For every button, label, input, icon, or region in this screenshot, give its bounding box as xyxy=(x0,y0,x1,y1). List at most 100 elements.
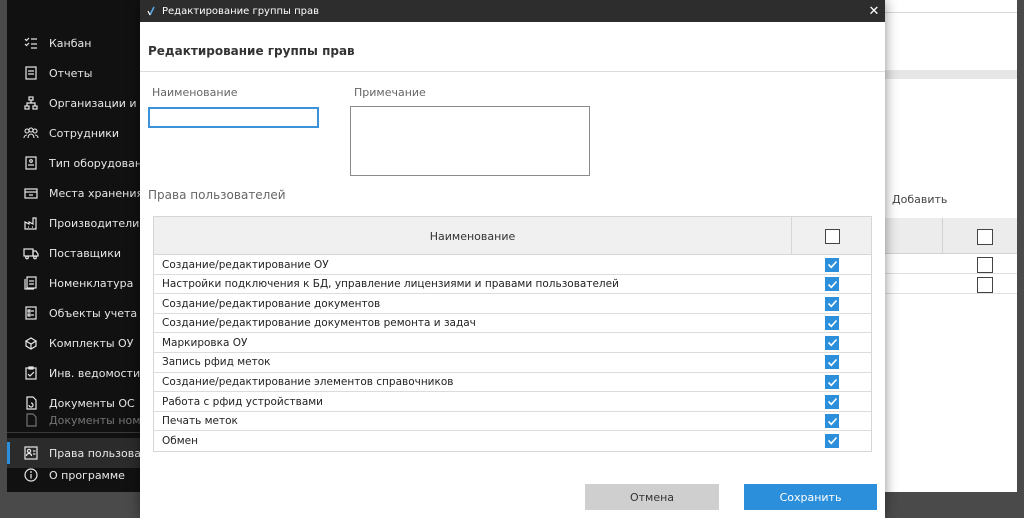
permission-checkbox[interactable] xyxy=(825,375,839,390)
permission-checkbox-cell xyxy=(792,412,872,431)
checkmark-icon xyxy=(827,260,837,269)
add-button[interactable]: Добавить xyxy=(892,193,947,206)
sidebar-item-organizations[interactable]: Организации и отд xyxy=(7,88,140,118)
sidebar-item-reports[interactable]: Отчеты xyxy=(7,58,140,88)
permission-name: Создание/редактирование документов ремон… xyxy=(162,317,476,330)
permission-checkbox[interactable] xyxy=(825,296,839,311)
table-row: Создание/редактирование элементов справо… xyxy=(154,373,871,393)
app-logo-icon xyxy=(146,5,158,17)
storage-icon xyxy=(23,185,39,201)
sidebar-item-label: Номенклатура xyxy=(49,276,134,290)
dialog-titlebar[interactable]: Редактирование группы прав ✕ xyxy=(140,0,885,22)
table-row: Создание/редактирование документов ремон… xyxy=(154,314,871,334)
sidebar-item-label: Документы ОС xyxy=(49,396,135,410)
checkmark-icon xyxy=(827,378,837,387)
sidebar-item-label: Объекты учета xyxy=(49,306,138,320)
note-textarea[interactable] xyxy=(350,106,590,176)
sidebar-item-suppliers[interactable]: Поставщики xyxy=(7,238,140,268)
permission-checkbox-cell xyxy=(792,333,872,352)
nomenclature-icon xyxy=(23,275,39,291)
permission-name: Создание/редактирование документов xyxy=(162,297,381,310)
name-input[interactable] xyxy=(148,107,319,128)
checkmark-icon xyxy=(827,358,837,367)
table-row: Запись рфид меток xyxy=(154,353,871,373)
sidebar-item-label: Поставщики xyxy=(49,246,121,260)
cancel-button[interactable]: Отмена xyxy=(585,484,719,510)
window-title: Редактирование группы прав xyxy=(162,5,320,17)
clipboard-icon xyxy=(23,365,39,381)
background-header-line xyxy=(885,12,1017,13)
table-row xyxy=(885,275,1017,294)
sidebar-item-equipment-type[interactable]: Тип оборудования xyxy=(7,148,140,178)
permission-checkbox[interactable] xyxy=(825,335,839,350)
sidebar-item-label: Сотрудники xyxy=(49,126,120,140)
sidebar-divider xyxy=(7,432,140,433)
permission-checkbox-cell xyxy=(792,294,872,313)
close-button[interactable]: ✕ xyxy=(863,0,885,22)
save-button[interactable]: Сохранить xyxy=(744,484,877,510)
sidebar-item-employees[interactable]: Сотрудники xyxy=(7,118,140,148)
permission-checkbox-cell xyxy=(792,275,872,294)
org-structure-icon xyxy=(23,95,39,111)
permission-name: Настройки подключения к БД, управление л… xyxy=(162,278,619,291)
header-divider xyxy=(140,71,885,72)
sidebar-item-about[interactable]: О программе xyxy=(7,460,140,490)
sidebar-item-kanban[interactable]: Канбан xyxy=(7,28,140,58)
report-icon xyxy=(23,65,39,81)
table-row: Работа с рфид устройствами xyxy=(154,392,871,412)
equipment-type-icon xyxy=(23,155,39,171)
sidebar-item-label: Канбан xyxy=(49,36,92,50)
sidebar-item-label: Отчеты xyxy=(49,66,93,80)
permission-checkbox-cell xyxy=(792,255,872,274)
row-checkbox[interactable] xyxy=(977,277,993,293)
truck-icon xyxy=(23,245,39,261)
people-icon xyxy=(23,125,39,141)
permission-name: Создание/редактирование ОУ xyxy=(162,258,329,271)
sidebar-item-label: Места хранения xyxy=(49,186,140,200)
permission-checkbox-cell xyxy=(792,431,872,450)
kanban-list-icon xyxy=(23,35,39,51)
permission-checkbox[interactable] xyxy=(825,257,839,272)
permission-name: Печать меток xyxy=(162,415,238,428)
sidebar-item-manufacturers[interactable]: Производители xyxy=(7,208,140,238)
permission-checkbox[interactable] xyxy=(825,394,839,409)
sidebar-item-accounting-objects[interactable]: Объекты учета xyxy=(7,298,140,328)
row-checkbox[interactable] xyxy=(977,257,993,273)
sidebar-item-label: Комплекты ОУ xyxy=(49,336,134,350)
permissions-rows: Создание/редактирование ОУ Настройки подк… xyxy=(154,255,871,451)
table-row: Настройки подключения к БД, управление л… xyxy=(154,275,871,295)
sidebar-item-label: Организации и отд xyxy=(49,96,140,110)
sidebar-item-storage[interactable]: Места хранения xyxy=(7,178,140,208)
user-rights-icon xyxy=(23,445,39,461)
background-strip xyxy=(885,70,1017,79)
user-rights-section-title: Права пользователей xyxy=(148,188,286,202)
sidebar-item-nomenclature-documents[interactable]: Документы номенк xyxy=(7,410,140,430)
permission-name: Маркировка ОУ xyxy=(162,336,248,349)
sidebar-item-kits[interactable]: Комплекты ОУ xyxy=(7,328,140,358)
permission-checkbox[interactable] xyxy=(825,355,839,370)
permission-checkbox[interactable] xyxy=(825,414,839,429)
note-label: Примечание xyxy=(354,86,426,99)
select-all-checkbox[interactable] xyxy=(977,229,993,245)
documents-icon xyxy=(23,412,39,428)
checkmark-icon xyxy=(827,319,837,328)
checkmark-icon xyxy=(827,398,837,406)
table-row: Печать меток xyxy=(154,412,871,432)
select-all-checkbox[interactable] xyxy=(824,228,840,244)
sidebar-item-nomenclature[interactable]: Номенклатура xyxy=(7,268,140,298)
sidebar-item-label: Документы номенк xyxy=(49,413,140,427)
permission-checkbox[interactable] xyxy=(825,316,839,331)
background-table-header xyxy=(885,218,1017,254)
checkmark-icon xyxy=(827,339,837,347)
permission-checkbox-cell xyxy=(792,314,872,333)
permission-name: Создание/редактирование элементов справо… xyxy=(162,376,454,389)
sidebar-item-inventory[interactable]: Инв. ведомости xyxy=(7,358,140,388)
table-row: Маркировка ОУ xyxy=(154,333,871,353)
table-row: Создание/редактирование документов xyxy=(154,294,871,314)
checkmark-icon xyxy=(827,437,837,445)
permissions-table: Наименование Создание/редактирование ОУ Н… xyxy=(153,216,872,452)
permission-checkbox[interactable] xyxy=(825,433,839,448)
permission-checkbox[interactable] xyxy=(825,277,839,292)
dialog-heading: Редактирование группы прав xyxy=(148,44,355,58)
edit-rights-group-dialog: Редактирование группы прав ✕ Редактирова… xyxy=(140,0,885,518)
